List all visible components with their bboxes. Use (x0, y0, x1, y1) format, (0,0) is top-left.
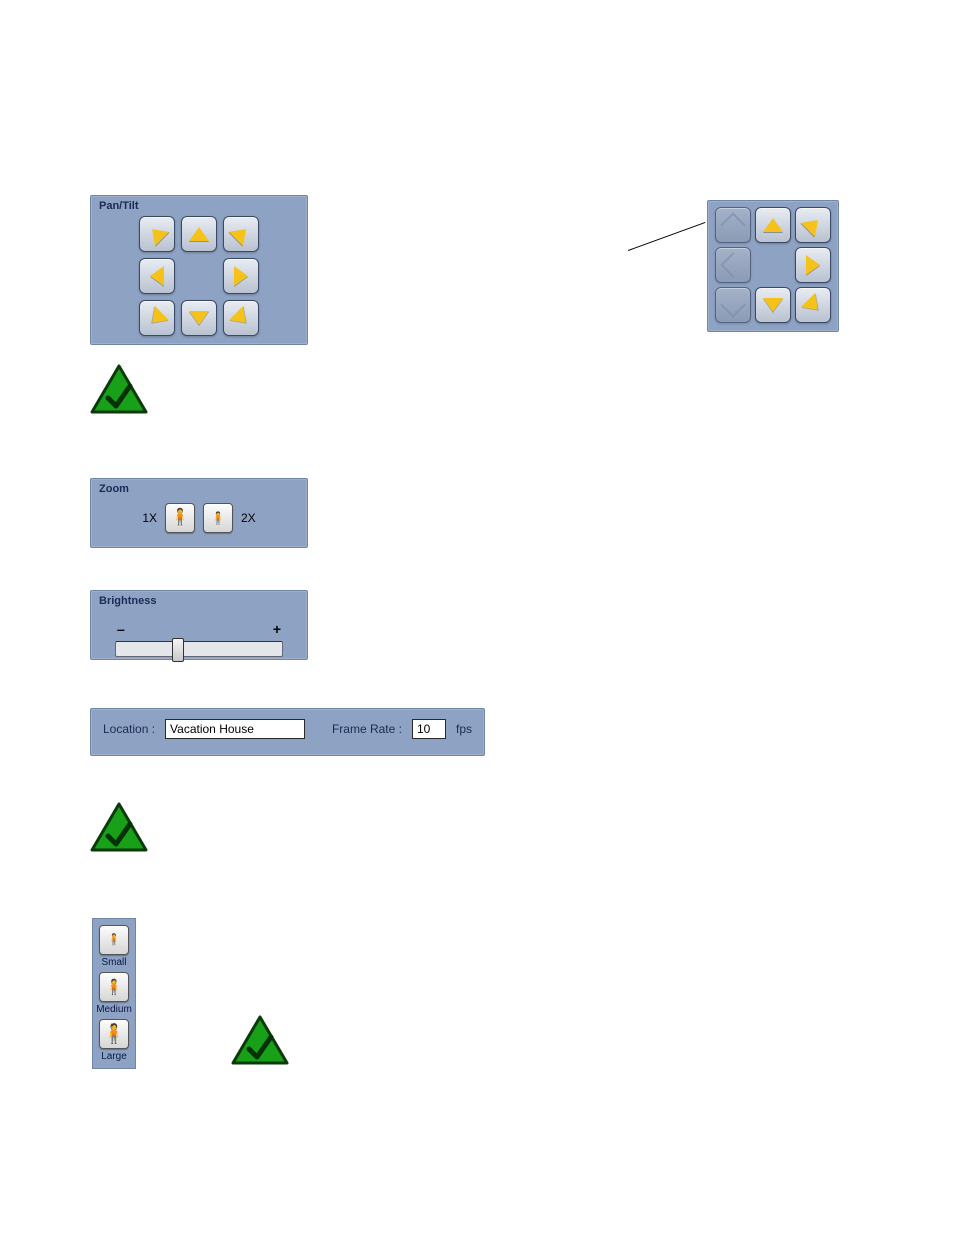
brightness-plus-label: + (273, 621, 281, 637)
pan-up-button[interactable] (181, 216, 217, 252)
zoom-2x-button[interactable]: 🧍 (203, 503, 233, 533)
zoom-title: Zoom (99, 483, 299, 495)
frame-rate-input[interactable] (412, 719, 446, 739)
pan-down-button[interactable] (181, 300, 217, 336)
brightness-minus-label: – (117, 621, 125, 637)
size-selector-panel: 🧍 Small 🧍 Medium 🧍 Large (92, 918, 136, 1069)
zoom-2x-label: 2X (241, 511, 256, 525)
size-medium-button[interactable]: 🧍 (99, 972, 129, 1002)
brightness-slider[interactable] (115, 641, 283, 657)
size-small-label: Small (101, 957, 126, 968)
pan-up-right-button[interactable] (223, 216, 259, 252)
brightness-slider-thumb[interactable] (172, 638, 184, 662)
location-input[interactable] (165, 719, 305, 739)
zoom-1x-button[interactable]: 🧍 (165, 503, 195, 533)
sec-up-right-button[interactable] (795, 207, 831, 243)
brightness-title: Brightness (99, 595, 299, 607)
pan-up-left-button[interactable] (139, 216, 175, 252)
size-large-label: Large (101, 1051, 127, 1062)
check-triangle-icon (231, 1015, 289, 1065)
size-small-button[interactable]: 🧍 (99, 925, 129, 955)
pan-tilt-title: Pan/Tilt (99, 200, 299, 212)
sec-left-button[interactable] (715, 247, 751, 283)
frame-rate-unit: fps (456, 722, 472, 736)
zoom-1x-label: 1X (142, 511, 157, 525)
person-icon: 🧍 (102, 1025, 126, 1044)
person-small-icon: 🧍 (107, 935, 121, 946)
pan-down-right-button[interactable] (223, 300, 259, 336)
pan-tilt-panel: Pan/Tilt (90, 195, 308, 345)
secondary-pan-panel (707, 200, 839, 332)
sec-up-button[interactable] (755, 207, 791, 243)
size-large-button[interactable]: 🧍 (99, 1019, 129, 1049)
pan-tilt-grid (99, 216, 299, 336)
pan-left-button[interactable] (139, 258, 175, 294)
person-icon: 🧍 (105, 980, 124, 995)
connector-line (628, 222, 705, 251)
frame-rate-label: Frame Rate : (332, 722, 402, 736)
sec-up-left-button[interactable] (715, 207, 751, 243)
size-medium-label: Medium (96, 1004, 132, 1015)
check-triangle-icon (90, 364, 148, 414)
zoom-panel: Zoom 1X 🧍 🧍 2X (90, 478, 308, 548)
sec-down-right-button[interactable] (795, 287, 831, 323)
location-label: Location : (103, 722, 155, 736)
location-framerate-panel: Location : Frame Rate : fps (90, 708, 485, 756)
sec-down-left-button[interactable] (715, 287, 751, 323)
person-small-icon: 🧍 (211, 512, 226, 524)
brightness-panel: Brightness – + (90, 590, 308, 660)
pan-right-button[interactable] (223, 258, 259, 294)
pan-down-left-button[interactable] (139, 300, 175, 336)
person-icon: 🧍 (170, 510, 190, 526)
sec-right-button[interactable] (795, 247, 831, 283)
check-triangle-icon (90, 802, 148, 852)
sec-down-button[interactable] (755, 287, 791, 323)
